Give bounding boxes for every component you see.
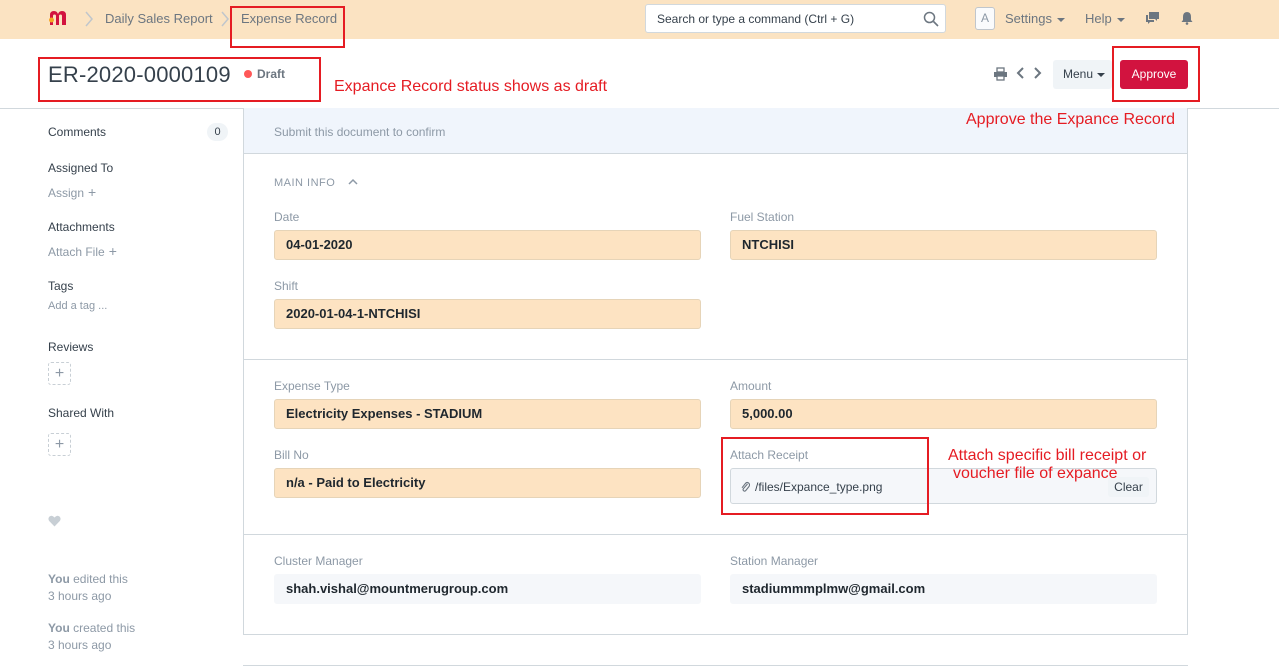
avatar[interactable]: A bbox=[975, 7, 995, 30]
date-label: Date bbox=[274, 210, 300, 224]
shift-field[interactable]: 2020-01-04-1-NTCHISI bbox=[274, 299, 701, 329]
settings-label: Settings bbox=[1005, 11, 1052, 26]
next-record-icon[interactable] bbox=[1031, 66, 1043, 80]
sidebar-assigned-to-heading: Assigned To bbox=[48, 161, 114, 175]
activity-item-edited: You edited this bbox=[48, 572, 128, 586]
activity-action: edited this bbox=[73, 572, 128, 586]
annotation-box-title bbox=[38, 57, 321, 102]
print-icon[interactable] bbox=[993, 67, 1008, 81]
help-label: Help bbox=[1085, 11, 1112, 26]
chevron-down-icon bbox=[1116, 17, 1125, 22]
annotation-box-breadcrumb bbox=[230, 6, 345, 48]
station-manager-field[interactable]: stadiummmplmw@gmail.com bbox=[730, 574, 1157, 604]
shift-label: Shift bbox=[274, 279, 299, 293]
plus-icon: + bbox=[108, 243, 117, 259]
menu-label: Menu bbox=[1063, 67, 1094, 81]
previous-record-icon[interactable] bbox=[1015, 66, 1027, 80]
sidebar-comments-label[interactable]: Comments bbox=[48, 125, 106, 139]
section-divider bbox=[244, 359, 1187, 360]
search-icon[interactable] bbox=[923, 11, 939, 27]
settings-dropdown[interactable]: Settings bbox=[1005, 11, 1065, 26]
menu-button[interactable]: Menu bbox=[1053, 60, 1112, 89]
expense-type-label: Expense Type bbox=[274, 379, 350, 393]
section-title-main-info[interactable]: MAIN INFO bbox=[274, 177, 335, 189]
activity-item-created: You created this bbox=[48, 621, 135, 635]
submit-banner-text: Submit this document to confirm bbox=[274, 125, 446, 139]
activity-time: 3 hours ago bbox=[48, 638, 112, 652]
section-divider bbox=[244, 534, 1187, 535]
assign-link[interactable]: Assign + bbox=[48, 184, 96, 200]
annotation-approve-note: Approve the Expance Record bbox=[966, 111, 1176, 128]
bill-no-label: Bill No bbox=[274, 448, 309, 462]
date-field[interactable]: 04-01-2020 bbox=[274, 230, 701, 260]
attach-file-label: Attach File bbox=[48, 245, 105, 259]
expense-type-field[interactable]: Electricity Expenses - STADIUM bbox=[274, 399, 701, 429]
plus-icon: + bbox=[88, 184, 97, 200]
form-bottom-divider bbox=[243, 665, 1188, 666]
like-heart-icon[interactable] bbox=[48, 515, 61, 527]
add-review-button[interactable]: + bbox=[48, 362, 71, 385]
notification-bell-icon[interactable] bbox=[1181, 11, 1193, 25]
breadcrumb-daily-sales-report[interactable]: Daily Sales Report bbox=[105, 11, 213, 26]
activity-action: created this bbox=[73, 621, 136, 635]
annotation-box-approve bbox=[1112, 46, 1200, 102]
sidebar-tags-heading: Tags bbox=[48, 279, 74, 293]
chat-icon[interactable] bbox=[1145, 11, 1160, 25]
chevron-down-icon bbox=[1097, 72, 1106, 77]
station-manager-label: Station Manager bbox=[730, 554, 819, 568]
annotation-attach-note-line2: voucher file of expance bbox=[953, 465, 1118, 482]
sidebar-reviews-heading: Reviews bbox=[48, 340, 94, 354]
sidebar-attachments-heading: Attachments bbox=[48, 220, 115, 234]
chevron-down-icon bbox=[1056, 17, 1065, 22]
add-tag-link[interactable]: Add a tag ... bbox=[48, 300, 107, 312]
expense-record-form: Submit this document to confirm MAIN INF… bbox=[243, 108, 1188, 635]
sidebar-shared-with-heading: Shared With bbox=[48, 406, 115, 420]
activity-time: 3 hours ago bbox=[48, 589, 112, 603]
comments-count-badge: 0 bbox=[207, 123, 228, 141]
amount-field[interactable]: 5,000.00 bbox=[730, 399, 1157, 429]
assign-label: Assign bbox=[48, 186, 85, 200]
activity-actor: You bbox=[48, 572, 70, 586]
search-input[interactable]: Search or type a command (Ctrl + G) bbox=[645, 4, 946, 33]
annotation-attach-note-line1: Attach specific bill receipt or bbox=[948, 447, 1147, 464]
breadcrumb-chevron-icon bbox=[221, 11, 229, 27]
app-logo-icon[interactable] bbox=[48, 9, 72, 27]
annotation-box-attach bbox=[721, 437, 929, 515]
search-placeholder: Search or type a command (Ctrl + G) bbox=[657, 12, 855, 26]
breadcrumb-chevron-icon bbox=[85, 11, 93, 27]
add-share-button[interactable]: + bbox=[48, 433, 71, 456]
cluster-manager-field[interactable]: shah.vishal@mountmerugroup.com bbox=[274, 574, 701, 604]
fuel-station-field[interactable]: NTCHISI bbox=[730, 230, 1157, 260]
navbar: Daily Sales Report Expense Record Search… bbox=[0, 0, 1279, 39]
amount-label: Amount bbox=[730, 379, 772, 393]
activity-actor: You bbox=[48, 621, 70, 635]
bill-no-field[interactable]: n/a - Paid to Electricity bbox=[274, 468, 701, 498]
fuel-station-label: Fuel Station bbox=[730, 210, 795, 224]
help-dropdown[interactable]: Help bbox=[1085, 11, 1125, 26]
chevron-up-icon[interactable] bbox=[348, 178, 358, 185]
attach-file-link[interactable]: Attach File + bbox=[48, 243, 117, 259]
annotation-status-note: Expance Record status shows as draft bbox=[334, 78, 608, 95]
cluster-manager-label: Cluster Manager bbox=[274, 554, 363, 568]
